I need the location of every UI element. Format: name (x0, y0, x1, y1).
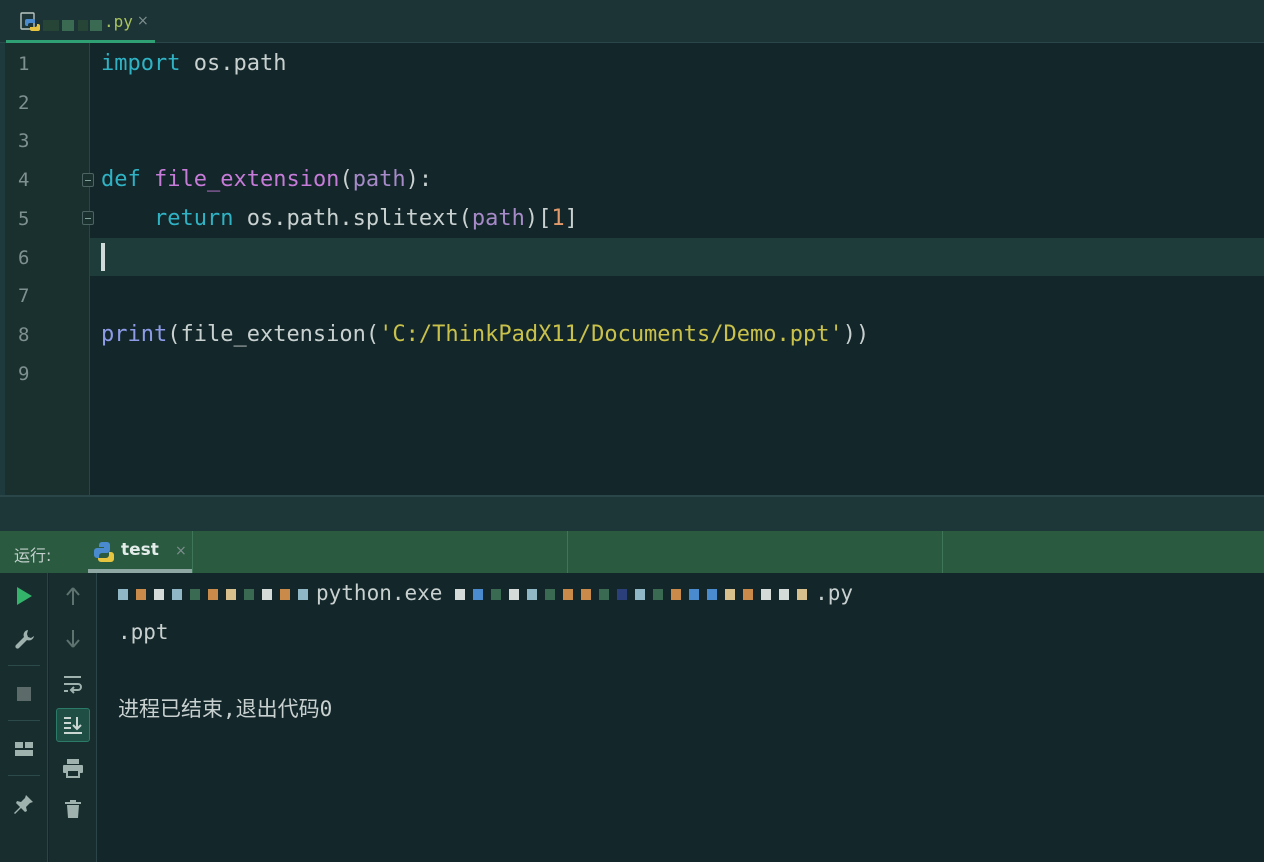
editor-tab-bar: .py × (0, 0, 1264, 43)
redacted-path (743, 588, 754, 600)
run-tab-label: test (121, 540, 159, 560)
redacted-path (635, 588, 646, 600)
print-icon[interactable] (56, 751, 90, 785)
line-number: 7 (18, 285, 30, 307)
line-number: 8 (18, 324, 30, 346)
python-file-icon (20, 12, 40, 32)
panel-divider[interactable] (0, 495, 1264, 531)
run-panel-header: 运行: test × (0, 531, 1264, 573)
redacted-filename (78, 20, 88, 31)
redacted-path (761, 588, 772, 600)
line-number: 1 (18, 53, 30, 75)
run-toolbar-primary (0, 573, 48, 862)
line-number: 5 (18, 208, 30, 230)
header-separator (567, 531, 568, 573)
soft-wrap-icon[interactable] (56, 667, 90, 701)
line-number: 9 (18, 363, 30, 385)
scroll-to-end-icon[interactable] (56, 708, 90, 742)
header-separator (192, 531, 193, 573)
redacted-path (599, 588, 610, 600)
code-line-5: return os.path.splitext(path)[1] (153, 206, 578, 231)
console-exit-message: 进程已结束,退出代码0 (118, 697, 333, 721)
console-output[interactable]: python.exe .py .ppt 进程已结束,退出代码0 (97, 573, 1264, 862)
run-panel-label: 运行: (14, 546, 52, 565)
run-config-tab[interactable]: test × (88, 531, 192, 573)
code-line-1: import os.path (101, 51, 287, 76)
fold-marker-icon[interactable] (82, 173, 94, 187)
redacted-path (545, 588, 556, 600)
redacted-path (779, 588, 790, 600)
trash-icon[interactable] (56, 792, 90, 826)
redacted-path (617, 588, 628, 600)
redacted-path (725, 588, 736, 600)
line-number: 3 (18, 130, 30, 152)
redacted-path (172, 588, 182, 600)
redacted-path (136, 588, 146, 600)
redacted-path (797, 588, 808, 600)
redacted-path (671, 588, 682, 600)
close-icon[interactable]: × (137, 13, 149, 29)
line-number: 6 (18, 247, 30, 269)
console-command-line: python.exe .py (118, 575, 853, 611)
line-number-gutter: 1 2 3 4 5 6 7 8 9 (5, 43, 90, 495)
fold-marker-icon[interactable] (82, 211, 94, 225)
toolbar-separator (8, 775, 40, 776)
code-line-8: print(file_extension('C:/ThinkPadX11/Doc… (101, 322, 870, 347)
arrow-down-icon[interactable] (56, 622, 90, 656)
redacted-path (262, 588, 272, 600)
console-output-line: .ppt (118, 620, 169, 644)
python-icon (93, 541, 114, 562)
code-editor[interactable]: 1 2 3 4 5 6 7 8 9 import os.path def fil… (0, 43, 1264, 495)
redacted-path (154, 588, 164, 600)
layout-icon[interactable] (7, 732, 41, 766)
redacted-path (280, 588, 290, 600)
redacted-path (473, 588, 484, 600)
console-script-ext: .py (815, 581, 854, 605)
redacted-path (581, 588, 592, 600)
file-tab-extension: .py (104, 12, 133, 31)
redacted-path (244, 588, 254, 600)
line-number: 2 (18, 92, 30, 114)
redacted-path (226, 588, 236, 600)
text-caret (101, 243, 105, 271)
console-exe-name: python.exe (316, 581, 443, 605)
line-number: 4 (18, 169, 30, 191)
code-line-4: def file_extension(path): (101, 167, 433, 192)
redacted-path (509, 588, 520, 600)
toolbar-separator (8, 665, 40, 666)
arrow-up-icon[interactable] (56, 579, 90, 613)
run-toolbar-secondary (49, 573, 97, 862)
redacted-path (190, 588, 200, 600)
redacted-filename (62, 20, 74, 31)
redacted-path (455, 588, 466, 600)
redacted-path (653, 588, 664, 600)
redacted-path (491, 588, 502, 600)
close-icon[interactable]: × (175, 543, 187, 559)
redacted-path (689, 588, 700, 600)
redacted-path (527, 588, 538, 600)
wrench-icon[interactable] (7, 622, 41, 656)
redacted-path (298, 588, 308, 600)
pin-icon[interactable] (7, 787, 41, 821)
redacted-filename (43, 20, 59, 31)
redacted-path (563, 588, 574, 600)
redacted-path (208, 588, 218, 600)
editor-file-tab[interactable]: .py × (6, 0, 155, 43)
current-line-highlight (90, 238, 1264, 276)
redacted-path (707, 588, 718, 600)
redacted-path (118, 588, 128, 600)
header-separator (942, 531, 943, 573)
redacted-filename (90, 20, 102, 31)
stop-icon[interactable] (7, 677, 41, 711)
play-icon[interactable] (7, 579, 41, 613)
toolbar-separator (8, 720, 40, 721)
